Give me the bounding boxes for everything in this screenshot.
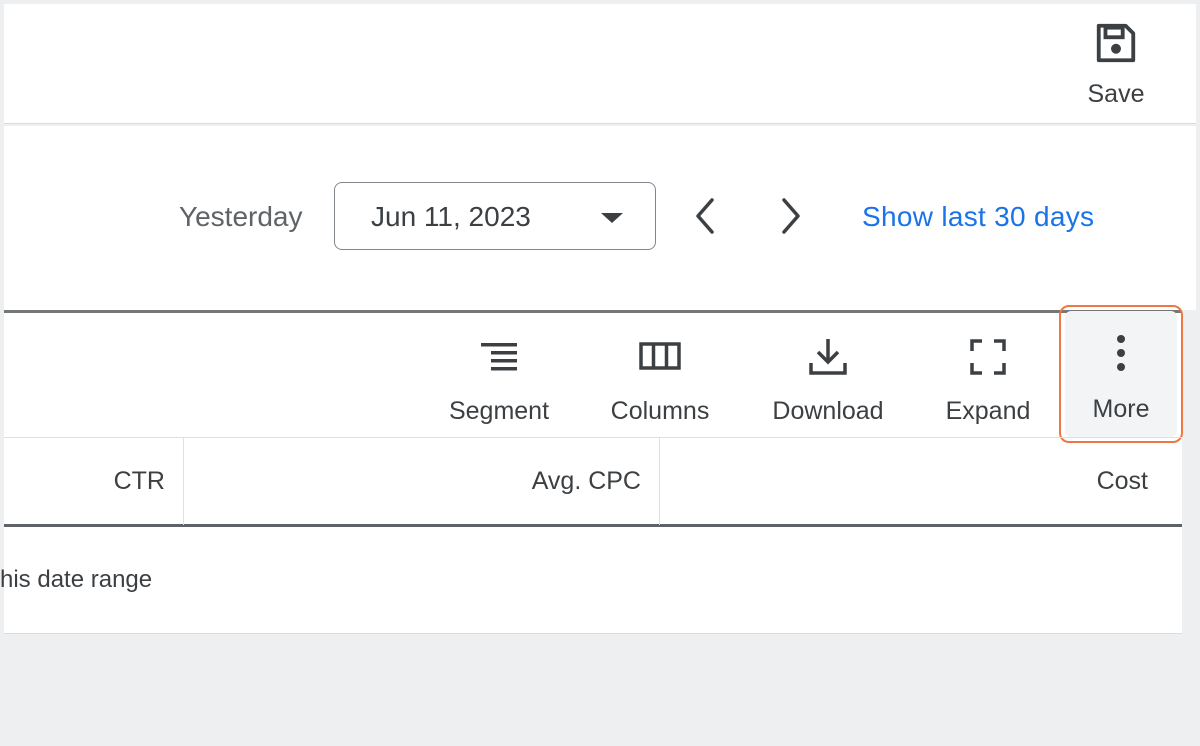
- fullscreen-icon: [970, 339, 1006, 375]
- column-header-cost[interactable]: Cost: [660, 438, 1182, 525]
- top-toolbar: Save: [4, 4, 1196, 124]
- download-icon: [809, 339, 847, 375]
- dropdown-caret-icon: [601, 213, 623, 223]
- columns-icon: [639, 342, 681, 370]
- empty-table-message: his date range: [0, 566, 153, 593]
- save-button[interactable]: Save: [1076, 18, 1156, 118]
- selected-date: Jun 11, 2023: [371, 201, 531, 232]
- more-vert-icon: [1117, 335, 1125, 371]
- show-last-30-days-link[interactable]: Show last 30 days: [862, 201, 1094, 233]
- expand-button[interactable]: Expand: [942, 335, 1034, 426]
- chevron-right-icon: [782, 198, 800, 234]
- columns-label: Columns: [610, 397, 710, 425]
- date-range-bar: Yesterday Jun 11, 2023 Show last 30 days: [4, 126, 1196, 310]
- download-button[interactable]: Download: [766, 335, 890, 426]
- next-period-button[interactable]: [774, 192, 810, 240]
- column-header-ctr[interactable]: CTR: [4, 438, 184, 525]
- previous-period-button[interactable]: [686, 192, 722, 240]
- download-label: Download: [772, 397, 884, 425]
- date-preset-label: Yesterday: [179, 201, 303, 232]
- more-button[interactable]: More: [1065, 311, 1177, 437]
- segment-icon: [481, 343, 517, 371]
- segment-label: Segment: [448, 397, 550, 425]
- save-label: Save: [1087, 80, 1145, 108]
- save-icon: [1096, 23, 1136, 63]
- date-picker-dropdown[interactable]: Jun 11, 2023: [334, 182, 656, 250]
- table-header-row: CTR Avg. CPC Cost: [4, 437, 1182, 527]
- segment-button[interactable]: Segment: [444, 335, 554, 426]
- chevron-left-icon: [696, 198, 714, 234]
- columns-button[interactable]: Columns: [604, 335, 716, 426]
- column-header-avg-cpc[interactable]: Avg. CPC: [184, 438, 660, 525]
- table-panel: Segment Columns Download Expand More CTR…: [0, 305, 1183, 634]
- expand-label: Expand: [945, 397, 1031, 425]
- more-label: More: [1092, 395, 1150, 423]
